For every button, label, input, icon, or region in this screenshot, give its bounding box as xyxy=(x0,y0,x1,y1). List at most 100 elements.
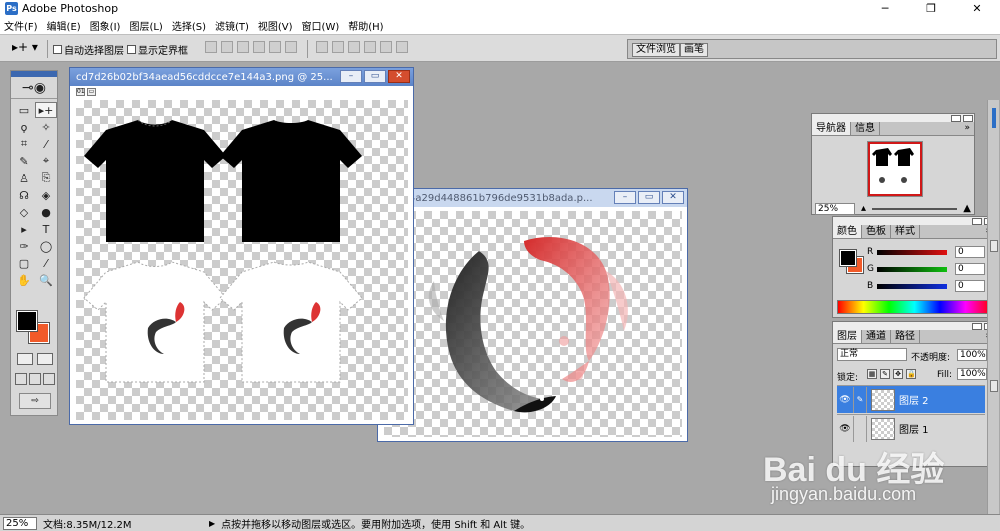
magic-wand-tool-icon[interactable]: ✧ xyxy=(35,119,57,135)
clone-stamp-tool-icon[interactable]: ♙ xyxy=(13,170,35,186)
minimize-button[interactable]: ─ xyxy=(862,0,908,17)
doc-minimize-button[interactable]: – xyxy=(340,70,362,83)
align-right-icon[interactable] xyxy=(285,41,297,53)
tab-paths[interactable]: 路径 xyxy=(891,330,920,343)
zoom-slider[interactable] xyxy=(872,207,958,210)
palette-titlebar[interactable] xyxy=(812,114,974,122)
standard-screen-icon[interactable] xyxy=(15,373,27,385)
menu-help[interactable]: 帮助(H) xyxy=(348,18,383,33)
view-box[interactable] xyxy=(868,142,922,196)
navigator-zoom-field[interactable]: 25% xyxy=(815,202,855,215)
toolbox-logo-icon[interactable]: ⊸◉ xyxy=(11,77,57,99)
move-tool-icon[interactable]: ▸+ xyxy=(35,102,57,118)
dodge-tool-icon[interactable]: ● xyxy=(35,204,57,220)
navigator-thumbnail[interactable] xyxy=(867,141,923,197)
distribute-top-icon[interactable] xyxy=(316,41,328,53)
red-slider[interactable] xyxy=(877,249,947,255)
color-spectrum-bar[interactable] xyxy=(837,300,992,314)
zoom-tool-icon[interactable]: 🔍 xyxy=(35,272,57,288)
doc-close-button[interactable]: ✕ xyxy=(388,70,410,83)
eyedropper-tool-icon[interactable]: ⁄ xyxy=(35,255,57,271)
palette-minimize-icon[interactable] xyxy=(972,218,982,225)
brush-tool-icon[interactable]: ⌖ xyxy=(35,153,57,169)
history-brush-tool-icon[interactable]: ⎘ xyxy=(35,170,57,186)
brush-link-icon[interactable]: ✎ xyxy=(853,386,867,413)
standard-mode-icon[interactable] xyxy=(17,353,33,365)
document-titlebar[interactable]: cd7d26b02bf34aead56cddcce7e144a3.png @ 2… xyxy=(70,68,413,86)
tool-preset-picker[interactable]: ▸+ ▾ xyxy=(12,40,42,56)
palette-menu-icon[interactable]: » xyxy=(960,122,974,135)
blur-tool-icon[interactable]: ◇ xyxy=(13,204,35,220)
crop-tool-icon[interactable]: ⌗ xyxy=(13,136,35,152)
align-bottom-icon[interactable] xyxy=(237,41,249,53)
red-value-field[interactable]: 0 xyxy=(955,246,985,258)
lasso-tool-icon[interactable]: ϙ xyxy=(13,119,35,135)
document-titlebar[interactable]: a4e64a29d448861b796de9531b8ada.p... – ▭ … xyxy=(378,189,687,207)
lock-position-icon[interactable]: ✥ xyxy=(893,369,903,379)
document-window-1[interactable]: cd7d26b02bf34aead56cddcce7e144a3.png @ 2… xyxy=(69,67,414,425)
marquee-tool-icon[interactable]: ▭ xyxy=(13,102,35,118)
palette-close-icon[interactable] xyxy=(963,115,973,122)
status-zoom-field[interactable]: 25% xyxy=(3,516,37,530)
close-button[interactable]: ✕ xyxy=(954,0,1000,17)
doc-maximize-button[interactable]: ▭ xyxy=(638,191,660,204)
doc-close-button[interactable]: ✕ xyxy=(662,191,684,204)
menu-file[interactable]: 文件(F) xyxy=(4,18,38,33)
full-screen-icon[interactable] xyxy=(43,373,55,385)
document-window-2[interactable]: a4e64a29d448861b796de9531b8ada.p... – ▭ … xyxy=(377,188,688,442)
menu-layer[interactable]: 图层(L) xyxy=(129,18,162,33)
palette-minimize-icon[interactable] xyxy=(951,115,961,122)
tab-layers[interactable]: 图层 xyxy=(833,330,862,343)
document-canvas[interactable] xyxy=(76,100,408,420)
align-top-icon[interactable] xyxy=(205,41,217,53)
tab-navigator[interactable]: 导航器 xyxy=(812,122,851,135)
tab-color[interactable]: 颜色 xyxy=(833,225,862,238)
menu-select[interactable]: 选择(S) xyxy=(172,18,206,33)
green-value-field[interactable]: 0 xyxy=(955,263,985,275)
full-screen-menu-icon[interactable] xyxy=(29,373,41,385)
path-selection-tool-icon[interactable]: ▸ xyxy=(13,221,35,237)
doc-maximize-button[interactable]: ▭ xyxy=(364,70,386,83)
blue-value-field[interactable]: 0 xyxy=(955,280,985,292)
status-arrow-icon[interactable]: ▶ xyxy=(209,519,215,528)
menu-view[interactable]: 视图(V) xyxy=(258,18,293,33)
slice-tool-icon[interactable]: ⁄ xyxy=(35,136,57,152)
distribute-bottom-icon[interactable] xyxy=(348,41,360,53)
pen-tool-icon[interactable]: ✑ xyxy=(13,238,35,254)
dock-arrow-icon[interactable] xyxy=(990,240,998,252)
palette-titlebar[interactable] xyxy=(833,322,995,330)
palette-minimize-icon[interactable] xyxy=(972,323,982,330)
tab-channels[interactable]: 通道 xyxy=(862,330,891,343)
menu-edit[interactable]: 编辑(E) xyxy=(47,18,81,33)
distribute-left-icon[interactable] xyxy=(364,41,376,53)
ellipse-tool-icon[interactable]: ◯ xyxy=(35,238,57,254)
document-canvas[interactable] xyxy=(384,211,682,437)
tab-brushes[interactable]: 画笔 xyxy=(680,43,708,57)
foreground-color-swatch[interactable] xyxy=(16,310,38,332)
layer-row[interactable]: 👁 ✎ 图层 2 xyxy=(837,385,985,413)
show-bounds-checkbox[interactable]: 显示定界框 xyxy=(127,42,188,57)
blue-slider[interactable] xyxy=(877,283,947,289)
jump-to-imageready-icon[interactable]: ⇨ xyxy=(19,393,51,409)
align-left-icon[interactable] xyxy=(253,41,265,53)
quickmask-mode-icon[interactable] xyxy=(37,353,53,365)
eraser-tool-icon[interactable]: ☊ xyxy=(13,187,35,203)
maximize-button[interactable]: ❐ xyxy=(908,0,954,17)
opacity-field[interactable]: 100% xyxy=(957,349,987,361)
menu-image[interactable]: 图象(I) xyxy=(90,18,121,33)
align-hcenter-icon[interactable] xyxy=(269,41,281,53)
dock-scroll-indicator[interactable] xyxy=(992,108,996,128)
align-vcenter-icon[interactable] xyxy=(221,41,233,53)
dock-arrow-icon[interactable] xyxy=(990,380,998,392)
visibility-eye-icon[interactable]: 👁 xyxy=(837,395,853,405)
lock-all-icon[interactable]: 🔒 xyxy=(906,369,916,379)
distribute-vcenter-icon[interactable] xyxy=(332,41,344,53)
brush-link-icon[interactable] xyxy=(853,415,867,442)
menu-filter[interactable]: 滤镜(T) xyxy=(215,18,249,33)
doc-minimize-button[interactable]: – xyxy=(614,191,636,204)
zoom-out-icon[interactable]: ▴ xyxy=(861,203,866,214)
distribute-right-icon[interactable] xyxy=(396,41,408,53)
tab-swatches[interactable]: 色板 xyxy=(862,225,891,238)
tab-file-browser[interactable]: 文件浏览 xyxy=(632,43,680,57)
notes-tool-icon[interactable]: ▢ xyxy=(13,255,35,271)
